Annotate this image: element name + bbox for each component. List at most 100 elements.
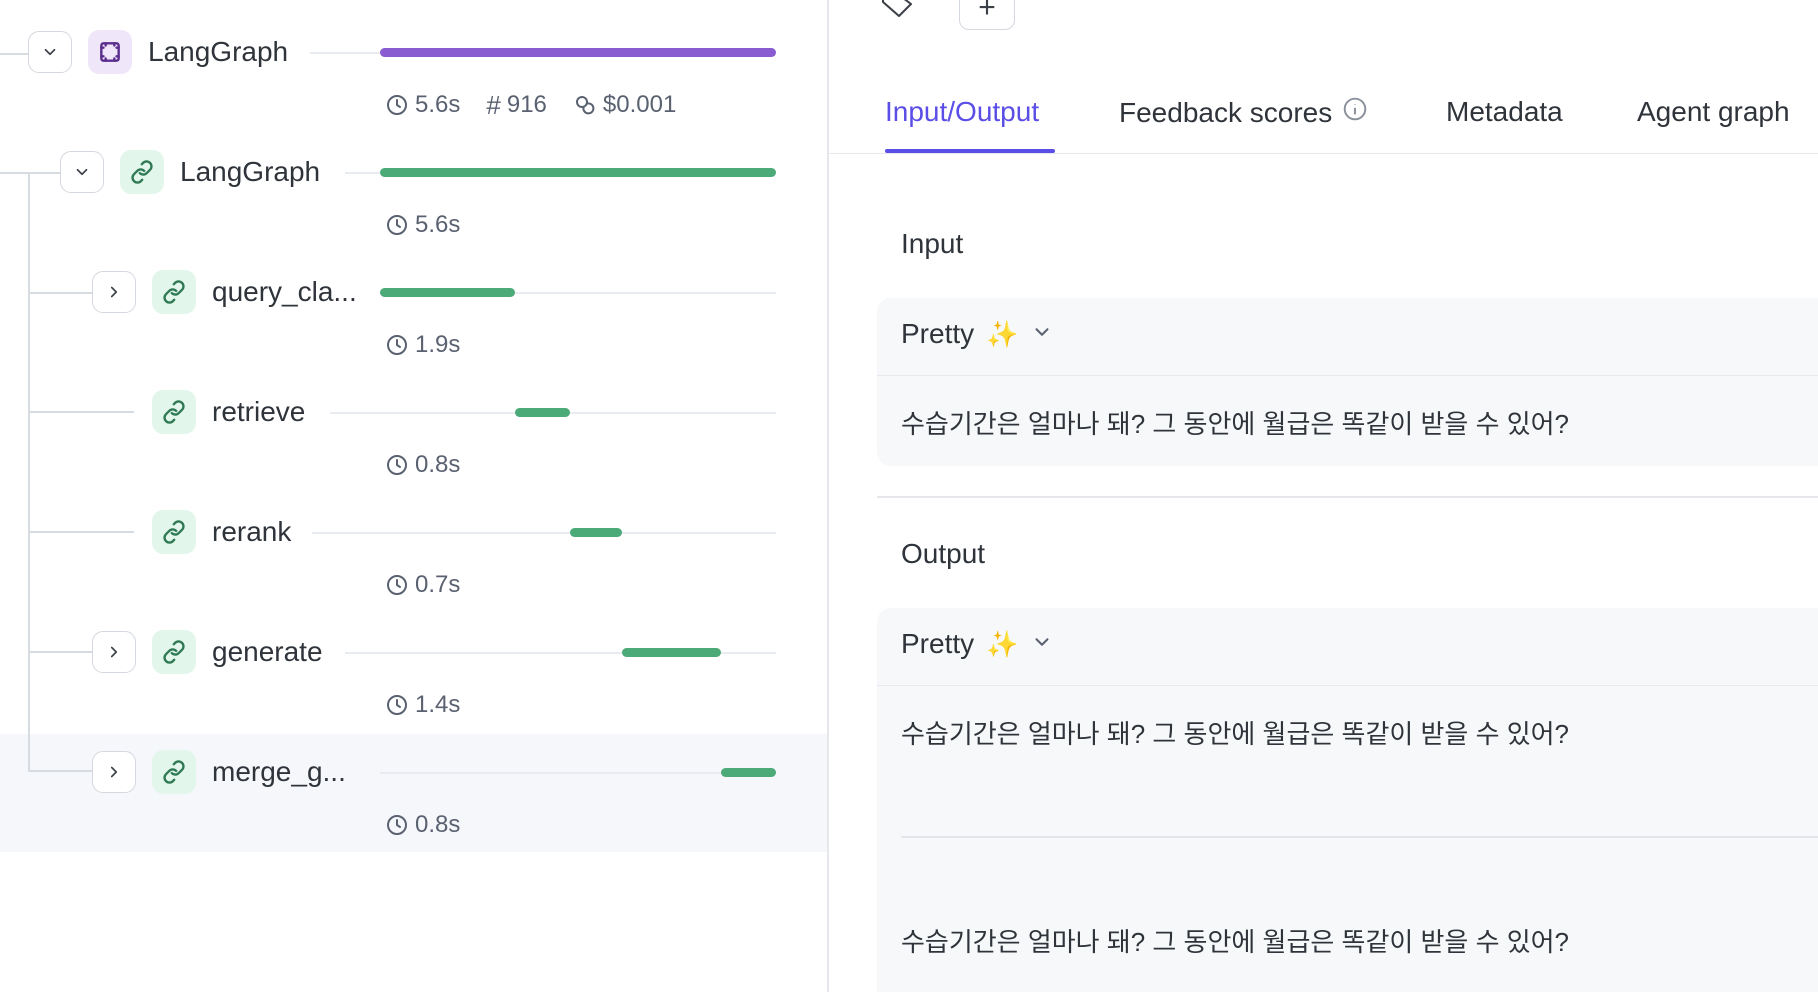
timeline-track	[310, 52, 380, 54]
trace-row-generate[interactable]: generate 1.4s	[0, 630, 827, 750]
span-metrics: 0.8s	[385, 810, 460, 840]
output-card: Pretty ✨ 수습기간은 얼마나 돼? 그 동안에 월급은 똑같이 받을 수…	[877, 608, 1818, 992]
chain-node-icon	[152, 270, 196, 314]
trace-tree-panel: LangGraph 5.6s # 916 $0.001 LangGraph 5.…	[0, 0, 827, 992]
expand-toggle-button[interactable]	[92, 631, 136, 673]
timeline-bar	[380, 168, 776, 177]
span-metrics: 1.9s	[385, 330, 460, 360]
output-text: 수습기간은 얼마나 돼? 그 동안에 월급은 똑같이 받을 수 있어?	[901, 927, 1570, 957]
frame-icon	[100, 42, 120, 62]
expand-toggle-button[interactable]	[92, 751, 136, 793]
timeline-bar	[514, 408, 571, 417]
clock-icon	[387, 95, 407, 115]
span-metrics: 0.8s	[385, 450, 460, 480]
input-text: 수습기간은 얼마나 돼? 그 동안에 월급은 똑같이 받을 수 있어?	[901, 409, 1570, 439]
duration-metric: 0.7s	[385, 571, 460, 599]
tab-label: Feedback scores	[1119, 96, 1333, 128]
trace-row-rerank[interactable]: rerank 0.7s	[0, 510, 827, 630]
tag-icon[interactable]	[879, 0, 915, 20]
link-icon	[163, 520, 185, 544]
chain-node-icon	[120, 150, 164, 194]
duration-metric: 1.9s	[385, 331, 460, 359]
span-metrics: 0.7s	[385, 570, 460, 600]
output-section-title: Output	[901, 538, 986, 569]
active-tab-indicator	[885, 149, 1055, 153]
timeline-bar	[380, 48, 776, 57]
input-section-title: Input	[901, 228, 964, 259]
detail-tabs: Input/Output Feedback scores Metadata Ag…	[829, 88, 1818, 154]
span-name: rerank	[212, 516, 292, 547]
expand-toggle-button[interactable]	[92, 271, 136, 313]
hash-icon: #	[486, 89, 501, 120]
tab-label: Input/Output	[885, 96, 1040, 127]
link-icon	[163, 280, 185, 304]
info-icon[interactable]	[1342, 96, 1368, 129]
timeline-bar	[570, 528, 622, 537]
tab-label: Metadata	[1446, 96, 1563, 127]
tab-input-output[interactable]: Input/Output	[885, 96, 1039, 128]
chain-node-icon	[152, 750, 196, 794]
chevron-right-icon	[110, 766, 118, 778]
span-name: retrieve	[212, 396, 306, 427]
duration-metric: 0.8s	[385, 451, 460, 479]
tab-label: Agent graph	[1637, 96, 1790, 127]
link-icon	[163, 640, 185, 664]
tab-agent-graph[interactable]: Agent graph	[1637, 96, 1790, 128]
format-label: Pretty	[901, 318, 975, 349]
timeline-bar	[621, 648, 721, 657]
span-name: LangGraph	[180, 156, 321, 187]
sparkles-icon: ✨	[986, 628, 1019, 659]
coins-icon	[575, 96, 595, 115]
sparkles-icon: ✨	[986, 318, 1019, 349]
output-format-header: Pretty ✨	[877, 608, 1818, 686]
format-selector[interactable]: Pretty ✨	[901, 628, 1053, 660]
chevron-down-icon	[76, 168, 88, 176]
trace-viewer: LangGraph 5.6s # 916 $0.001 LangGraph 5.…	[0, 0, 1818, 992]
chevron-down-icon	[44, 48, 56, 56]
trace-row-retrieve[interactable]: retrieve 0.8s	[0, 390, 827, 510]
clock-icon	[387, 335, 407, 355]
format-label: Pretty	[901, 628, 975, 659]
duration-value: 1.9s	[415, 331, 461, 358]
clock-icon	[387, 575, 407, 595]
chevron-right-icon	[110, 286, 118, 298]
output-text: 수습기간은 얼마나 돼? 그 동안에 월급은 똑같이 받을 수 있어?	[901, 719, 1570, 749]
link-icon	[131, 160, 153, 184]
tab-metadata[interactable]: Metadata	[1446, 96, 1563, 128]
output-divider	[901, 836, 1818, 838]
link-icon	[163, 760, 185, 784]
span-metrics: 5.6s	[385, 210, 460, 240]
chevron-down-icon	[1031, 318, 1053, 350]
timeline-track	[380, 772, 776, 774]
add-button[interactable]: +	[959, 0, 1015, 30]
span-detail-panel: + Input/Output Feedback scores Metadata …	[829, 0, 1818, 992]
graph-node-icon	[88, 30, 132, 74]
chevron-down-icon	[1031, 628, 1053, 660]
duration-value: 0.8s	[415, 451, 461, 478]
clock-icon	[387, 215, 407, 235]
chain-node-icon	[152, 630, 196, 674]
span-name: query_cla...	[212, 276, 357, 307]
collapse-toggle-button[interactable]	[60, 151, 104, 193]
trace-row-root[interactable]: LangGraph 5.6s # 916 $0.001	[0, 30, 827, 150]
duration-metric: 0.8s	[385, 811, 460, 839]
duration-metric: 5.6s	[385, 211, 460, 239]
duration-value: 5.6s	[415, 211, 461, 238]
tab-feedback-scores[interactable]: Feedback scores	[1119, 96, 1368, 129]
chain-node-icon	[152, 390, 196, 434]
duration-value: 0.8s	[415, 811, 461, 838]
clock-icon	[387, 695, 407, 715]
timeline-bar	[380, 288, 515, 297]
trace-row-query-classify[interactable]: query_cla... 1.9s	[0, 270, 827, 390]
collapse-toggle-button[interactable]	[28, 31, 72, 73]
duration-metric: 5.6s	[385, 91, 460, 119]
span-name: LangGraph	[148, 36, 289, 67]
chevron-right-icon	[110, 646, 118, 658]
clock-icon	[387, 815, 407, 835]
trace-row-langgraph[interactable]: LangGraph 5.6s	[0, 150, 827, 270]
format-selector[interactable]: Pretty ✨	[901, 318, 1053, 350]
trace-row-merge[interactable]: merge_g... 0.8s	[0, 750, 827, 870]
timeline-track	[312, 532, 776, 534]
timeline-bar	[720, 768, 776, 777]
section-divider	[877, 496, 1818, 498]
